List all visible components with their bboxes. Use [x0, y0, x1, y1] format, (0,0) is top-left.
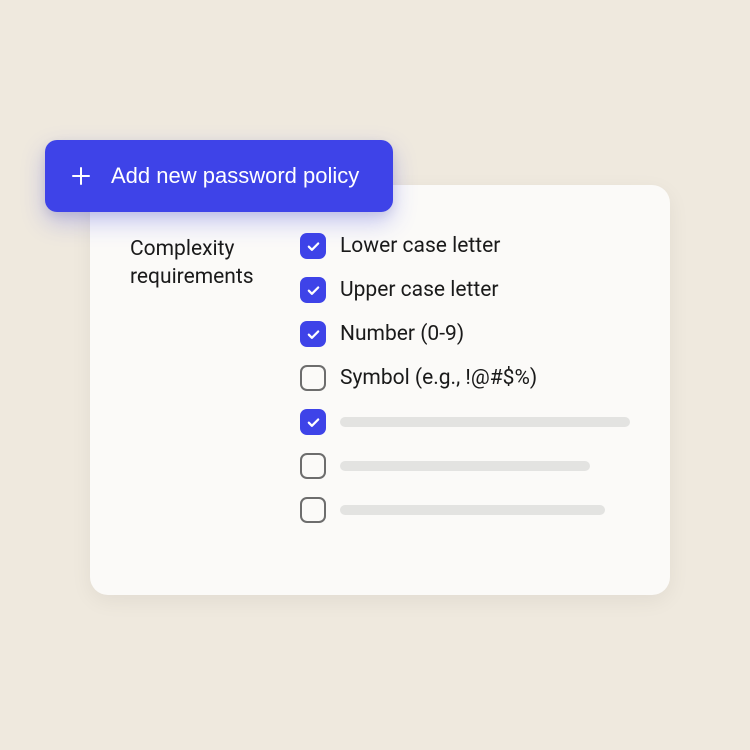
add-policy-button[interactable]: Add new password policy [45, 140, 393, 212]
option-label: Symbol (e.g., !@#$%) [340, 366, 537, 390]
placeholder-label [340, 505, 605, 515]
checkbox-lower-case[interactable] [300, 233, 326, 259]
checkbox-placeholder-1[interactable] [300, 409, 326, 435]
option-placeholder-2[interactable] [300, 453, 630, 479]
option-placeholder-3[interactable] [300, 497, 630, 523]
placeholder-label [340, 461, 590, 471]
checkbox-placeholder-2[interactable] [300, 453, 326, 479]
complexity-row: Complexity requirements Lower case lette… [130, 233, 630, 523]
check-icon [306, 327, 321, 342]
option-lower-case[interactable]: Lower case letter [300, 233, 630, 259]
option-number[interactable]: Number (0-9) [300, 321, 630, 347]
policy-card: Complexity requirements Lower case lette… [90, 185, 670, 595]
option-label: Number (0-9) [340, 322, 464, 346]
section-title: Complexity requirements [130, 235, 260, 292]
check-icon [306, 239, 321, 254]
checkbox-symbol[interactable] [300, 365, 326, 391]
check-icon [306, 415, 321, 430]
section-label-col: Complexity requirements [130, 233, 260, 523]
option-upper-case[interactable]: Upper case letter [300, 277, 630, 303]
add-policy-label: Add new password policy [111, 163, 359, 189]
options-list: Lower case letter Upper case letter Numb… [300, 233, 630, 523]
option-symbol[interactable]: Symbol (e.g., !@#$%) [300, 365, 630, 391]
placeholder-label [340, 417, 630, 427]
option-placeholder-1[interactable] [300, 409, 630, 435]
check-icon [306, 283, 321, 298]
plus-icon [69, 164, 93, 188]
option-label: Upper case letter [340, 278, 499, 302]
checkbox-number[interactable] [300, 321, 326, 347]
option-label: Lower case letter [340, 234, 500, 258]
checkbox-placeholder-3[interactable] [300, 497, 326, 523]
checkbox-upper-case[interactable] [300, 277, 326, 303]
